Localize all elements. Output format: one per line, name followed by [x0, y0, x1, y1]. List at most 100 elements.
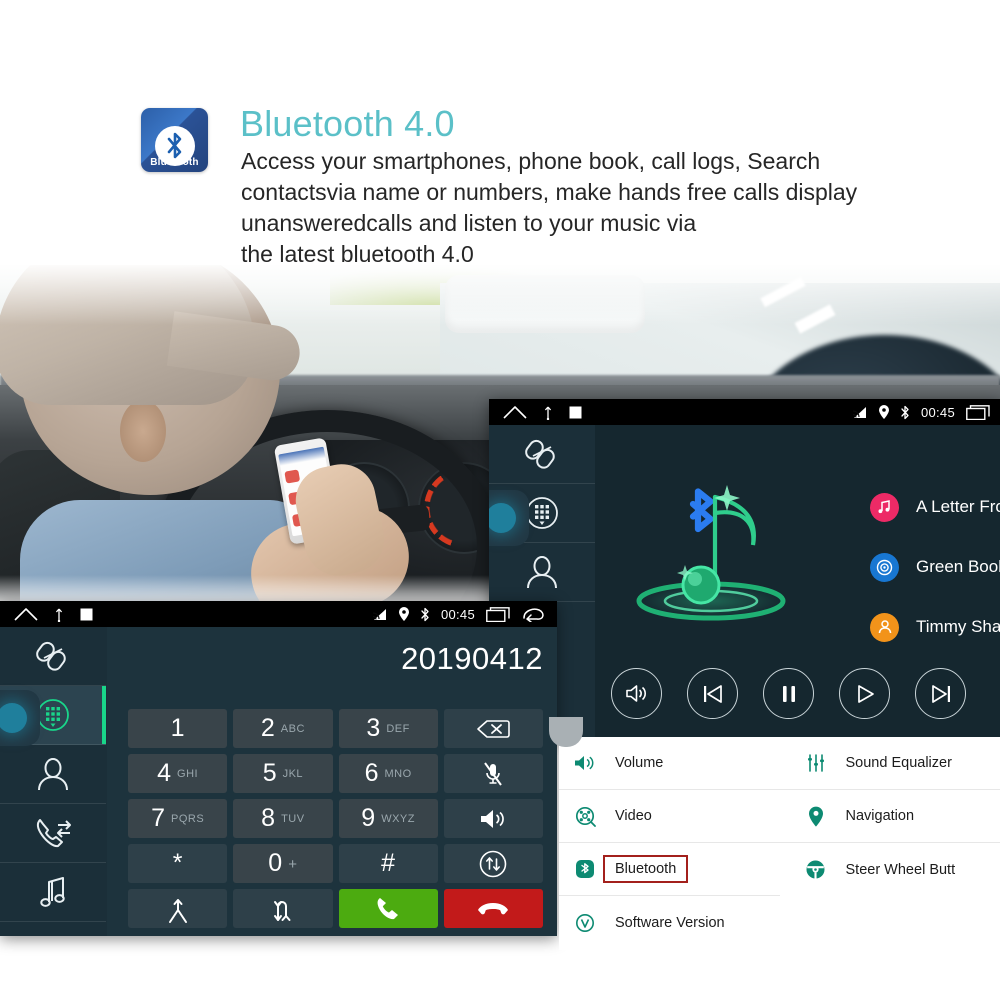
music-status-bar: 00:45 [489, 399, 1000, 425]
track-row[interactable]: Timmy Shaw [870, 607, 1000, 647]
settings-item-software-version[interactable]: Software Version [559, 896, 780, 949]
key-sublabel: ABC [280, 722, 305, 735]
key-label: 2 [260, 714, 275, 742]
settings-item-navigation[interactable]: Navigation [779, 790, 1000, 843]
key-3[interactable]: 3 DEF [338, 709, 438, 748]
key-sublabel: DEF [386, 722, 410, 735]
dialer-status-time: 00:45 [440, 606, 475, 622]
settings-panel: Volume Video Bluetooth Software Version [549, 717, 1000, 950]
key-label: 7 [151, 804, 165, 832]
usb-icon[interactable] [54, 606, 64, 622]
merge-call-icon [168, 898, 187, 923]
key-6[interactable]: 6 MNO [338, 754, 438, 793]
page-title: Bluetooth 4.0 [240, 103, 455, 144]
key-label: * [172, 849, 183, 877]
key-sublabel: MNO [384, 767, 412, 780]
settings-item-label: Steer Wheel Butt [845, 861, 956, 878]
key-sublabel: PQRS [170, 812, 205, 825]
bluetooth-logo: Bluetooth [141, 108, 208, 172]
key-2[interactable]: 2 ABC [233, 709, 333, 748]
key-label: 9 [361, 804, 376, 832]
settings-item-video[interactable]: Video [559, 790, 780, 843]
settings-item-steer-wheel-button[interactable]: Steer Wheel Butt [780, 843, 1000, 896]
dialed-number[interactable]: 20190412 [401, 641, 543, 677]
key-5[interactable]: 5 JKL [233, 754, 333, 793]
key-backspace[interactable] [443, 709, 543, 748]
volume-icon [573, 751, 597, 775]
location-pin-icon [398, 607, 409, 621]
music-status-time: 00:45 [920, 404, 955, 420]
settings-item-bluetooth[interactable]: Bluetooth [559, 843, 780, 896]
key-hangup[interactable] [443, 889, 543, 928]
key-call[interactable] [338, 889, 438, 928]
recents-icon[interactable] [486, 606, 510, 622]
settings-left-column: Volume Video Bluetooth Software Version [559, 737, 780, 950]
volume-button[interactable] [611, 668, 662, 719]
back-arrow-icon[interactable] [521, 607, 547, 622]
location-pin-icon [804, 804, 828, 828]
key-hash[interactable]: # [338, 844, 438, 883]
sidebar-item-music[interactable] [0, 863, 106, 922]
recents-icon[interactable] [966, 404, 990, 420]
sidebar-item-disconnect[interactable] [489, 425, 595, 484]
settings-item-empty [780, 896, 1000, 949]
bluetooth-logo-label: Bluetooth [150, 157, 199, 168]
key-sublabel: + [288, 856, 298, 873]
track-row[interactable]: Green Book (Original M [870, 547, 1000, 587]
settings-item-volume[interactable]: Volume [559, 737, 780, 790]
version-icon [573, 911, 597, 935]
artist-icon [870, 612, 899, 642]
settings-item-label: Software Version [615, 914, 725, 931]
key-4[interactable]: 4 GHI [128, 754, 228, 793]
next-button[interactable] [915, 668, 966, 719]
usb-icon[interactable] [543, 404, 553, 420]
sidebar-item-disconnect[interactable] [0, 627, 106, 686]
key-switch-audio[interactable] [443, 844, 543, 883]
key-mute[interactable] [443, 754, 543, 793]
transfer-updown-icon [480, 850, 507, 877]
dialpad: 1 2 ABC 3 DEF 4 GHI 5 JKL 6 MNO 7 PQRS 8 TUV 9W… [128, 709, 543, 928]
sidebar-item-contacts[interactable] [489, 543, 595, 602]
music-stage: A Letter From My Baby Green Book (Origin… [595, 425, 1000, 737]
key-8[interactable]: 8 TUV [233, 799, 333, 838]
key-7[interactable]: 7 PQRS [128, 799, 228, 838]
track-title: A Letter From My Baby [916, 497, 1000, 516]
settings-item-label: Sound Equalizer [845, 755, 952, 771]
pause-button[interactable] [763, 668, 814, 719]
swap-call-icon [273, 900, 291, 921]
cast-icon [372, 608, 388, 621]
key-sublabel: TUV [281, 812, 305, 825]
previous-button[interactable] [687, 668, 738, 719]
stop-square-icon[interactable] [80, 608, 93, 621]
equalizer-icon [804, 751, 828, 775]
bluetooth-dialer-screen: 00:45 20190412 1 2 ABC 3 DEF 4 GHI 5 JKL… [0, 601, 557, 936]
bluetooth-music-note-icon [623, 473, 803, 633]
key-0[interactable]: 0 + [233, 844, 333, 883]
backspace-icon [477, 719, 511, 738]
home-icon[interactable] [503, 405, 527, 419]
playback-controls [611, 668, 1000, 719]
focus-indicator [489, 490, 529, 546]
key-label: 1 [170, 714, 185, 742]
key-star[interactable]: * [128, 844, 228, 883]
key-label: 4 [157, 759, 172, 787]
key-sublabel: JKL [282, 767, 304, 780]
key-1[interactable]: 1 [128, 709, 228, 748]
key-speaker[interactable] [443, 799, 543, 838]
key-swap-call[interactable] [233, 889, 333, 928]
track-row[interactable]: A Letter From My Baby [870, 487, 1000, 527]
key-merge-call[interactable] [128, 889, 228, 928]
track-artist: Timmy Shaw [916, 617, 1000, 636]
bluetooth-icon [420, 607, 430, 622]
play-button[interactable] [839, 668, 890, 719]
home-icon[interactable] [14, 607, 38, 621]
stop-square-icon[interactable] [569, 406, 582, 419]
sidebar-item-call-history[interactable] [0, 804, 106, 863]
page-description: Access your smartphones, phone book, cal… [241, 148, 858, 267]
settings-item-label: Video [615, 808, 652, 824]
settings-item-sound-equalizer[interactable]: Sound Equalizer [779, 737, 1000, 790]
bluetooth-icon [900, 405, 910, 420]
key-9[interactable]: 9 WXYZ [338, 799, 438, 838]
phone-hangup-icon [478, 902, 509, 914]
sidebar-item-contacts[interactable] [0, 745, 106, 804]
